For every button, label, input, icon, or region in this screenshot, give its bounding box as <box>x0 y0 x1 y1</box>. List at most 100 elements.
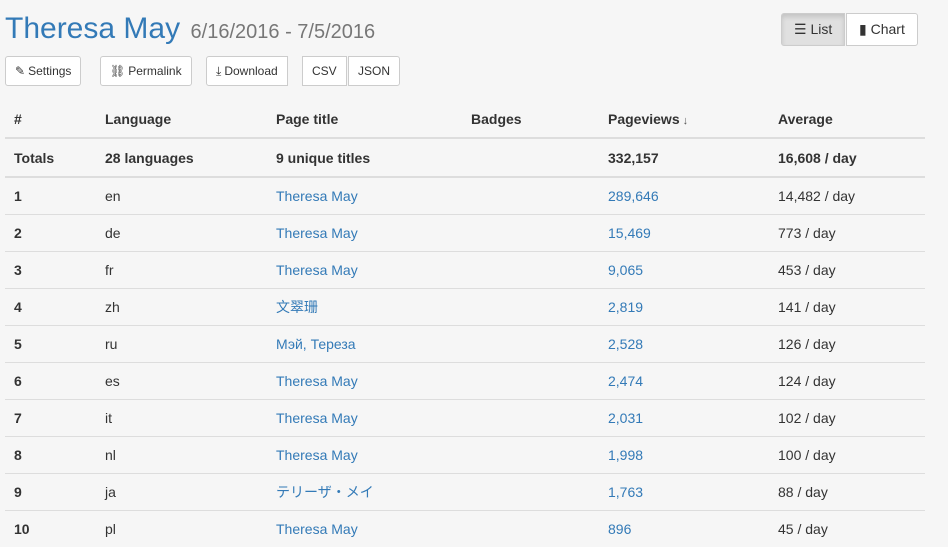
row-pageviews: 289,646 <box>599 177 769 215</box>
row-language: fr <box>96 252 267 289</box>
col-average[interactable]: Average <box>769 100 925 138</box>
row-average: 14,482 / day <box>769 177 925 215</box>
row-badges <box>462 437 599 474</box>
row-page-title: Theresa May <box>267 511 462 547</box>
row-page-title-link[interactable]: 文翠珊 <box>276 299 318 315</box>
col-pageviews[interactable]: Pageviews↓ <box>599 100 769 138</box>
row-pageviews-link[interactable]: 896 <box>608 521 631 537</box>
row-language: nl <box>96 437 267 474</box>
wrench-icon: ✎ <box>15 57 25 85</box>
row-language: de <box>96 215 267 252</box>
row-page-title-link[interactable]: テリーザ・メイ <box>276 484 374 500</box>
col-pageviews-label: Pageviews <box>608 111 680 127</box>
table-row: 9jaテリーザ・メイ1,76388 / day <box>5 474 925 511</box>
row-page-title-link[interactable]: Мэй, Тереза <box>276 336 356 352</box>
settings-label: Settings <box>28 64 71 78</box>
row-pageviews-link[interactable]: 2,819 <box>608 299 643 315</box>
row-rank: 3 <box>5 252 96 289</box>
row-page-title: Мэй, Тереза <box>267 326 462 363</box>
row-rank: 6 <box>5 363 96 400</box>
row-page-title: Theresa May <box>267 252 462 289</box>
row-page-title-link[interactable]: Theresa May <box>276 188 358 204</box>
row-page-title-link[interactable]: Theresa May <box>276 521 358 537</box>
row-language: ja <box>96 474 267 511</box>
permalink-button[interactable]: ⛓Permalink <box>100 56 192 86</box>
col-badges[interactable]: Badges <box>462 100 599 138</box>
row-page-title-link[interactable]: Theresa May <box>276 373 358 389</box>
table-row: 10pl Theresa May 896 45 / day <box>5 511 925 547</box>
table-row: 1en Theresa May 289,646 14,482 / day <box>5 177 925 215</box>
row-rank: 5 <box>5 326 96 363</box>
col-language[interactable]: Language <box>96 100 267 138</box>
row-pageviews-link[interactable]: 9,065 <box>608 262 643 278</box>
row-pageviews: 15,469 <box>599 215 769 252</box>
totals-pageviews: 332,157 <box>599 138 769 177</box>
row-badges <box>462 363 599 400</box>
row-page-title: Theresa May <box>267 177 462 215</box>
row-badges <box>462 215 599 252</box>
row-page-title-link[interactable]: Theresa May <box>276 410 358 426</box>
settings-button[interactable]: ✎Settings <box>5 56 81 86</box>
row-badges <box>462 289 599 326</box>
json-label: JSON <box>358 64 390 78</box>
row-average: 773 / day <box>769 215 925 252</box>
row-rank: 10 <box>5 511 96 547</box>
table-row: 7itTheresa May2,031102 / day <box>5 400 925 437</box>
row-language: it <box>96 400 267 437</box>
row-language: pl <box>96 511 267 547</box>
row-language: es <box>96 363 267 400</box>
row-pageviews: 2,474 <box>599 363 769 400</box>
row-rank: 4 <box>5 289 96 326</box>
row-pageviews: 2,031 <box>599 400 769 437</box>
row-page-title: Theresa May <box>267 215 462 252</box>
sort-desc-icon: ↓ <box>683 115 689 127</box>
permalink-label: Permalink <box>128 64 181 78</box>
chart-view-button[interactable]: ▮ Chart <box>846 13 918 46</box>
row-page-title: Theresa May <box>267 363 462 400</box>
table-row: 5ruМэй, Тереза2,528126 / day <box>5 326 925 363</box>
totals-badges <box>462 138 599 177</box>
list-view-button[interactable]: ☰ List <box>781 13 845 46</box>
row-pageviews: 2,528 <box>599 326 769 363</box>
row-badges <box>462 177 599 215</box>
row-pageviews-link[interactable]: 289,646 <box>608 188 659 204</box>
row-rank: 9 <box>5 474 96 511</box>
row-page-title-link[interactable]: Theresa May <box>276 262 358 278</box>
row-pageviews: 1,998 <box>599 437 769 474</box>
row-pageviews: 896 <box>599 511 769 547</box>
csv-label: CSV <box>312 64 337 78</box>
row-pageviews: 1,763 <box>599 474 769 511</box>
row-pageviews-link[interactable]: 2,474 <box>608 373 643 389</box>
pageviews-table: # Language Page title Badges Pageviews↓ … <box>5 100 925 547</box>
row-pageviews-link[interactable]: 1,998 <box>608 447 643 463</box>
table-header-row: # Language Page title Badges Pageviews↓ … <box>5 100 925 138</box>
row-pageviews: 2,819 <box>599 289 769 326</box>
row-badges <box>462 326 599 363</box>
download-label: Download <box>224 64 277 78</box>
json-button[interactable]: JSON <box>348 56 400 86</box>
row-average: 453 / day <box>769 252 925 289</box>
row-pageviews-link[interactable]: 2,528 <box>608 336 643 352</box>
download-button[interactable]: ⤓Download <box>206 56 288 86</box>
chart-view-label: Chart <box>871 21 905 37</box>
row-pageviews-link[interactable]: 2,031 <box>608 410 643 426</box>
page-header: Theresa May 6/16/2016 - 7/5/2016 <box>5 12 375 46</box>
row-average: 45 / day <box>769 511 925 547</box>
date-range: 6/16/2016 - 7/5/2016 <box>191 21 376 43</box>
row-rank: 1 <box>5 177 96 215</box>
row-pageviews-link[interactable]: 15,469 <box>608 225 651 241</box>
row-pageviews: 9,065 <box>599 252 769 289</box>
row-page-title-link[interactable]: Theresa May <box>276 225 358 241</box>
csv-button[interactable]: CSV <box>302 56 347 86</box>
row-rank: 7 <box>5 400 96 437</box>
totals-titles: 9 unique titles <box>267 138 462 177</box>
col-page-title[interactable]: Page title <box>267 100 462 138</box>
row-pageviews-link[interactable]: 1,763 <box>608 484 643 500</box>
row-average: 141 / day <box>769 289 925 326</box>
row-page-title-link[interactable]: Theresa May <box>276 447 358 463</box>
col-rank[interactable]: # <box>5 100 96 138</box>
row-language: en <box>96 177 267 215</box>
row-average: 100 / day <box>769 437 925 474</box>
list-icon: ☰ <box>794 21 807 37</box>
table-row: 2deTheresa May15,469773 / day <box>5 215 925 252</box>
